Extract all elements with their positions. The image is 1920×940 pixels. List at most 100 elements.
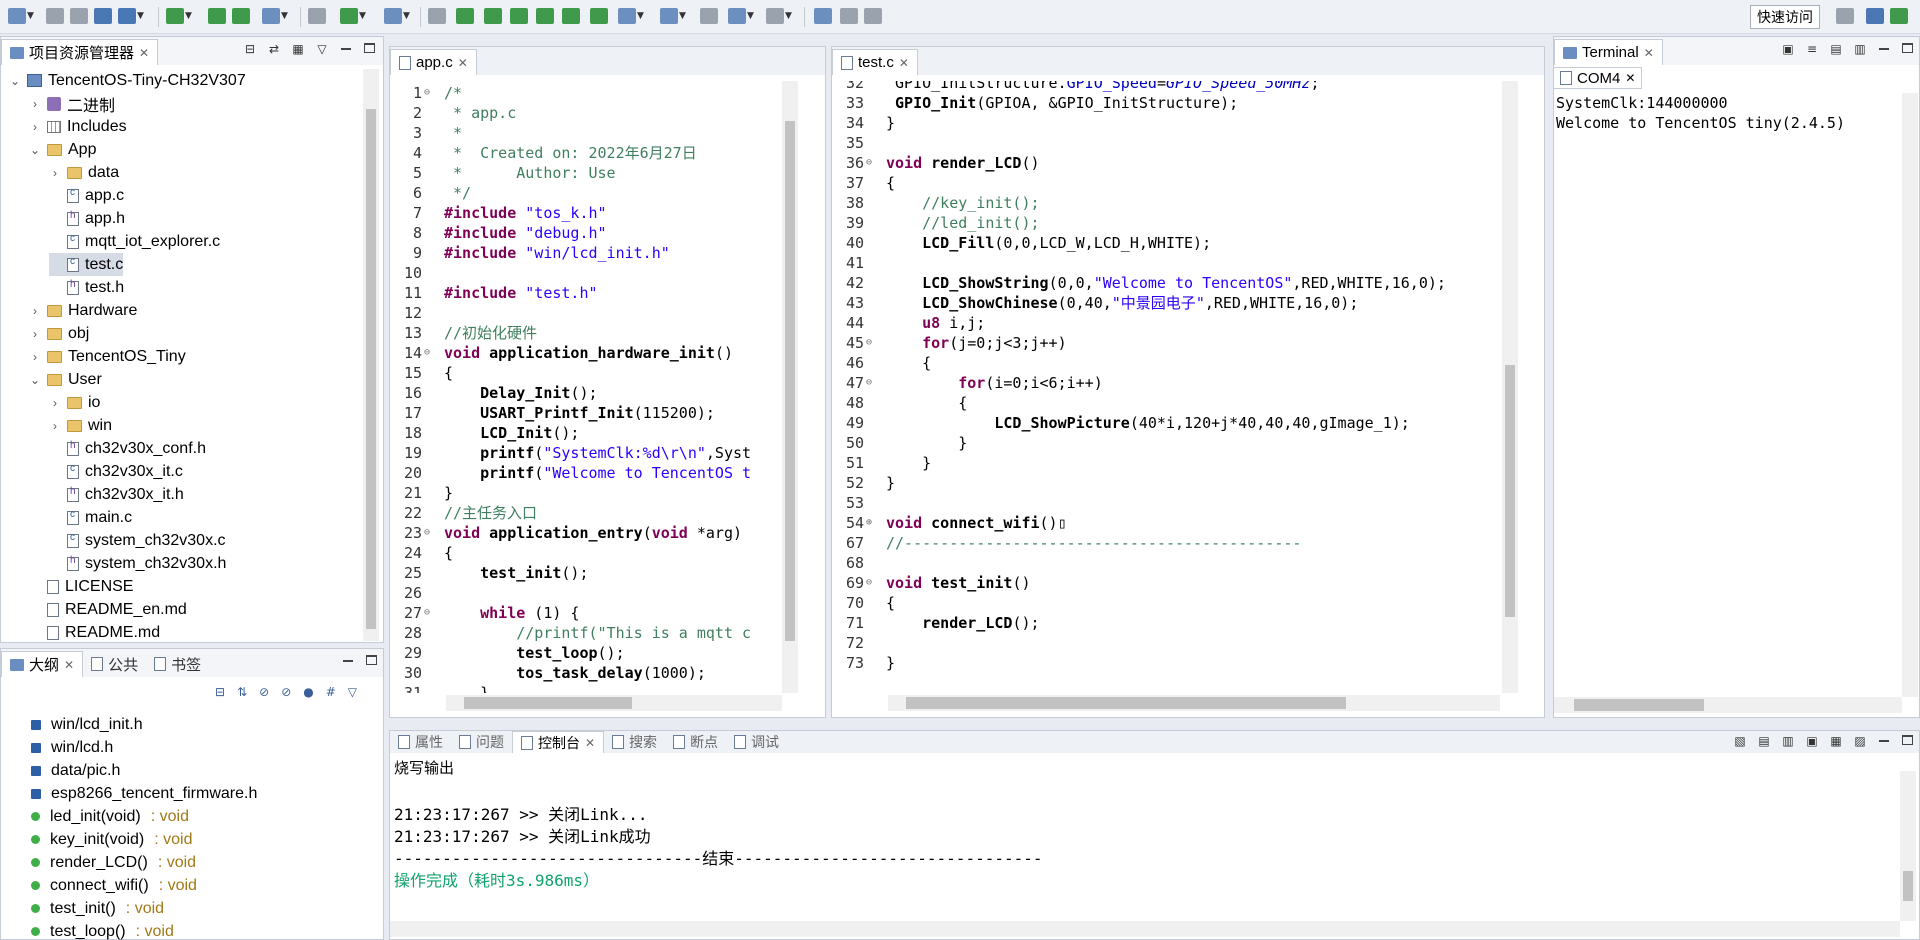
expand-arrow-icon[interactable]: ›	[29, 304, 41, 318]
download-target-icon[interactable]	[456, 6, 474, 26]
terminal-hscroll[interactable]	[1554, 697, 1902, 713]
tree-item[interactable]: test.h	[49, 276, 124, 299]
minimize-icon[interactable]	[342, 655, 354, 667]
tab-public[interactable]: 公共	[83, 651, 146, 677]
hide-static-icon[interactable]: ⊘	[281, 685, 291, 699]
tree-item[interactable]: app.h	[49, 207, 125, 230]
maximize-icon[interactable]	[1902, 43, 1913, 53]
view-menu-icon[interactable]: ▽	[348, 685, 357, 699]
tab-com4[interactable]: COM4 ✕	[1554, 67, 1643, 89]
hide-fields-icon[interactable]: ⊘	[259, 685, 269, 699]
fold-icon[interactable]: ⊖	[424, 527, 430, 538]
unpin-icon[interactable]	[864, 6, 882, 26]
expand-arrow-icon[interactable]: ›	[29, 327, 41, 341]
expand-arrow-icon[interactable]: ›	[29, 120, 41, 134]
editor1-hscroll[interactable]	[446, 695, 782, 711]
flash-icon[interactable]: ▼	[262, 6, 288, 26]
save-all-icon[interactable]	[70, 6, 88, 26]
maximize-icon[interactable]	[366, 655, 377, 665]
tree-item[interactable]: ⌄ TencentOS-Tiny-CH32V307	[9, 69, 246, 92]
run-icon[interactable]	[510, 6, 528, 26]
tree-item[interactable]: test.c	[49, 253, 124, 276]
explorer-scrollbar[interactable]	[363, 69, 379, 641]
fold-icon[interactable]: ⊖	[866, 377, 872, 388]
outline-item[interactable]: connect_wifi() : void	[31, 874, 197, 897]
project-icon[interactable]	[94, 6, 112, 26]
clear-console-icon[interactable]: ▧	[1734, 734, 1746, 748]
pin-icon[interactable]	[840, 6, 858, 26]
close-icon[interactable]: ✕	[1625, 71, 1635, 85]
tree-item[interactable]: LICENSE	[29, 575, 133, 598]
code-area-test-c[interactable]: 32 GPIO_InitStructure.GPIO_Speed=GPIO_Sp…	[832, 81, 1500, 693]
fold-icon[interactable]: ⊖	[866, 157, 872, 168]
close-icon[interactable]: ✕	[139, 46, 149, 60]
tree-item[interactable]: mqtt_iot_explorer.c	[49, 230, 220, 253]
tree-item[interactable]: README.md	[29, 621, 160, 644]
close-icon[interactable]: ✕	[64, 658, 74, 672]
open-console-icon[interactable]: ▦	[1830, 734, 1842, 748]
tab-bookmarks[interactable]: 书签	[146, 651, 209, 677]
tree-item[interactable]: ch32v30x_it.h	[49, 483, 184, 506]
minimize-icon[interactable]	[1878, 43, 1890, 55]
code-area-app-c[interactable]: 1 ⊖/* 2 * app.c 3 * 4 * Created on: 2022年6月2…	[390, 81, 782, 693]
maximize-icon[interactable]	[1902, 735, 1913, 745]
expand-arrow-icon[interactable]: ›	[49, 419, 61, 433]
terminal-icon[interactable]	[428, 6, 446, 26]
tab-search[interactable]: 搜索	[604, 731, 665, 753]
close-icon[interactable]: ✕	[458, 56, 468, 70]
tree-item[interactable]: system_ch32v30x.h	[49, 552, 226, 575]
tree-item[interactable]: › Hardware	[29, 299, 137, 322]
tree-item[interactable]: system_ch32v30x.c	[49, 529, 226, 552]
tree-item[interactable]: ⌄ User	[29, 368, 102, 391]
close-icon[interactable]: ✕	[585, 736, 595, 750]
open-external-icon[interactable]	[814, 6, 832, 26]
tab-console[interactable]: 控制台 ✕	[512, 731, 605, 753]
tab-app-c[interactable]: app.c ✕	[390, 49, 477, 75]
nav-prev-icon[interactable]	[700, 6, 718, 26]
tree-item[interactable]: main.c	[49, 506, 132, 529]
expand-arrow-icon[interactable]: ›	[29, 97, 41, 111]
pin-console-icon[interactable]: ▥	[1782, 734, 1794, 748]
expand-arrow-icon[interactable]: ›	[29, 350, 41, 364]
expand-arrow-icon[interactable]: ⌄	[29, 373, 41, 387]
back-icon[interactable]: ▼	[728, 6, 754, 26]
outline-item[interactable]: render_LCD() : void	[31, 851, 196, 874]
bug-icon[interactable]: ▼	[340, 6, 366, 26]
verify-icon[interactable]	[484, 6, 502, 26]
perspective-cpp-icon[interactable]	[1866, 6, 1884, 26]
tree-item[interactable]: › win	[49, 414, 112, 437]
outline-item[interactable]: key_init(void) : void	[31, 828, 193, 851]
minimize-icon[interactable]	[1878, 735, 1890, 747]
collapse-all-icon[interactable]: ⊟	[244, 42, 256, 56]
expand-arrow-icon[interactable]: ›	[49, 396, 61, 410]
tree-item[interactable]: app.c	[49, 184, 124, 207]
fold-icon[interactable]: ⊖	[866, 577, 872, 588]
filter-icon[interactable]: ▦	[292, 42, 304, 56]
tab-debug[interactable]: 调试	[726, 731, 787, 753]
scroll-lock-icon[interactable]: ▤	[1758, 734, 1770, 748]
editor2-vscroll[interactable]	[1502, 81, 1518, 693]
connect-icon[interactable]: ▣	[1782, 42, 1794, 56]
erase-icon[interactable]	[562, 6, 580, 26]
display-console-icon[interactable]: ▣	[1806, 734, 1818, 748]
new-icon[interactable]: ▼	[8, 6, 34, 26]
outline-item[interactable]: win/lcd.h	[31, 736, 113, 759]
scroll-lock-icon[interactable]: ▤	[1830, 42, 1842, 56]
layers-icon[interactable]	[232, 6, 250, 26]
tree-item[interactable]: README_en.md	[29, 598, 187, 621]
chart-icon[interactable]	[590, 6, 608, 26]
expand-arrow-icon[interactable]: ⌄	[29, 143, 41, 157]
window-icon[interactable]: ▼	[118, 6, 144, 26]
tab-terminal[interactable]: Terminal ✕	[1554, 39, 1663, 65]
hide-nonpublic-icon[interactable]: ●	[303, 685, 313, 699]
download-icon[interactable]: ▼	[166, 6, 192, 26]
outline-item[interactable]: win/lcd_init.h	[31, 713, 143, 736]
outline-item[interactable]: esp8266_tencent_firmware.h	[31, 782, 257, 805]
save-icon[interactable]	[46, 6, 64, 26]
perspective-debug-icon[interactable]	[1890, 6, 1908, 26]
fold-icon[interactable]: ⊖	[424, 87, 430, 98]
fold-icon[interactable]: ⊕	[866, 517, 872, 528]
editor2-hscroll[interactable]	[888, 695, 1500, 711]
search-icon[interactable]: ▼	[384, 6, 410, 26]
close-icon[interactable]: ✕	[899, 56, 909, 70]
